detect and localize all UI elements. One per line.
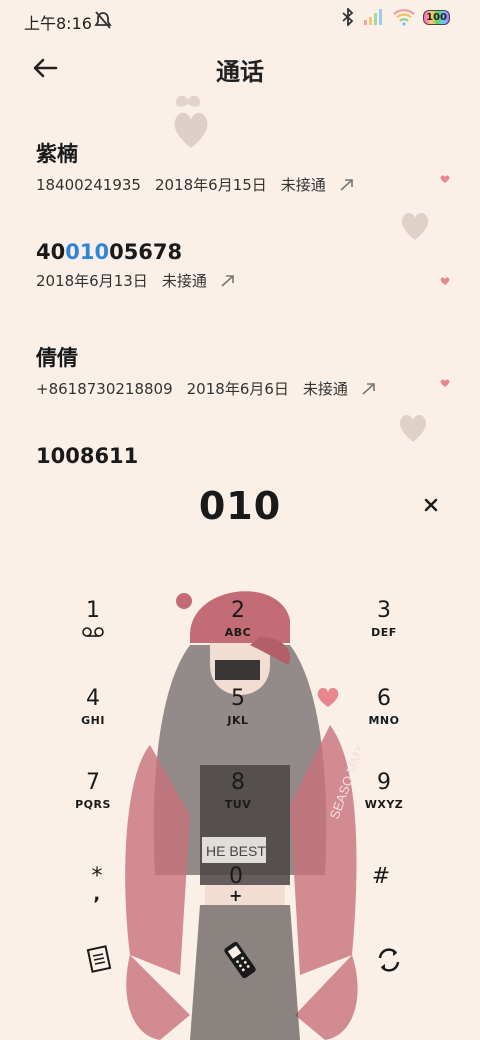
key-8[interactable]: 8 TUV (183, 770, 293, 848)
key-6[interactable]: 6 MNO (329, 686, 439, 764)
bluetooth-icon (342, 8, 354, 26)
call-log-item[interactable]: 4001005678 2018年6月13日 未接通 (36, 240, 450, 340)
delete-button[interactable] (420, 494, 442, 516)
status-bar: 上午8:16 100 (0, 0, 480, 40)
key-4[interactable]: 4 GHI (38, 686, 148, 764)
key-7[interactable]: 7 PQRS (38, 770, 148, 848)
key-3[interactable]: 3 DEF (329, 598, 439, 676)
favorite-heart-icon (440, 277, 450, 285)
call-date: 2018年6月15日 (154, 176, 267, 194)
favorite-heart-icon (440, 175, 450, 183)
switch-sim-icon[interactable] (369, 940, 409, 980)
call-details: 18400241935 2018年6月15日 未接通 (36, 174, 450, 195)
call-date: 2018年6月13日 (36, 272, 148, 290)
page-title: 通话 (216, 58, 264, 86)
call-details: +8618730218809 2018年6月6日 未接通 (36, 378, 450, 399)
key-hash[interactable]: # (326, 864, 436, 942)
key-2[interactable]: 2 ABC (183, 598, 293, 676)
battery-indicator: 100 (423, 9, 450, 25)
status-time: 上午8:16 (24, 14, 92, 33)
call-log-item[interactable]: 倩倩 +8618730218809 2018年6月6日 未接通 (36, 342, 450, 442)
signal-icon (364, 9, 383, 25)
phone-number: 18400241935 (36, 175, 141, 194)
outgoing-call-icon (340, 178, 353, 191)
contact-name: 1008611 (36, 444, 139, 468)
call-details: 2018年6月13日 未接通 (36, 270, 450, 291)
call-date: 2018年6月6日 (186, 380, 289, 398)
key-9[interactable]: 9 WXYZ (329, 770, 439, 848)
call-status: 未接通 (302, 380, 348, 398)
contacts-note-icon[interactable] (78, 940, 118, 980)
phone-number: +8618730218809 (36, 379, 173, 398)
dial-input[interactable]: 010 (0, 484, 480, 528)
alarm-off-icon (94, 11, 112, 29)
favorite-heart-icon (440, 379, 450, 387)
call-log-list[interactable]: 紫楠 18400241935 2018年6月15日 未接通 4001005678… (0, 120, 480, 478)
contact-name: 4001005678 (36, 240, 183, 264)
outgoing-call-icon (221, 274, 234, 287)
call-button[interactable] (218, 938, 262, 982)
call-status: 未接通 (161, 272, 207, 290)
key-1[interactable]: 1 (38, 598, 148, 676)
call-status: 未接通 (280, 176, 326, 194)
voicemail-icon (82, 627, 104, 637)
match-highlight: 010 (65, 240, 110, 264)
call-log-item[interactable]: 1008611 (36, 444, 450, 478)
key-5[interactable]: 5 JKL (183, 686, 293, 764)
key-0[interactable]: 0 + (181, 864, 291, 942)
contact-name: 紫楠 (36, 142, 78, 166)
key-star[interactable]: * , (42, 864, 152, 942)
call-log-item[interactable]: 紫楠 18400241935 2018年6月15日 未接通 (36, 138, 450, 238)
outgoing-call-icon (362, 382, 375, 395)
contact-name: 倩倩 (36, 346, 78, 370)
wifi-icon (393, 9, 415, 26)
